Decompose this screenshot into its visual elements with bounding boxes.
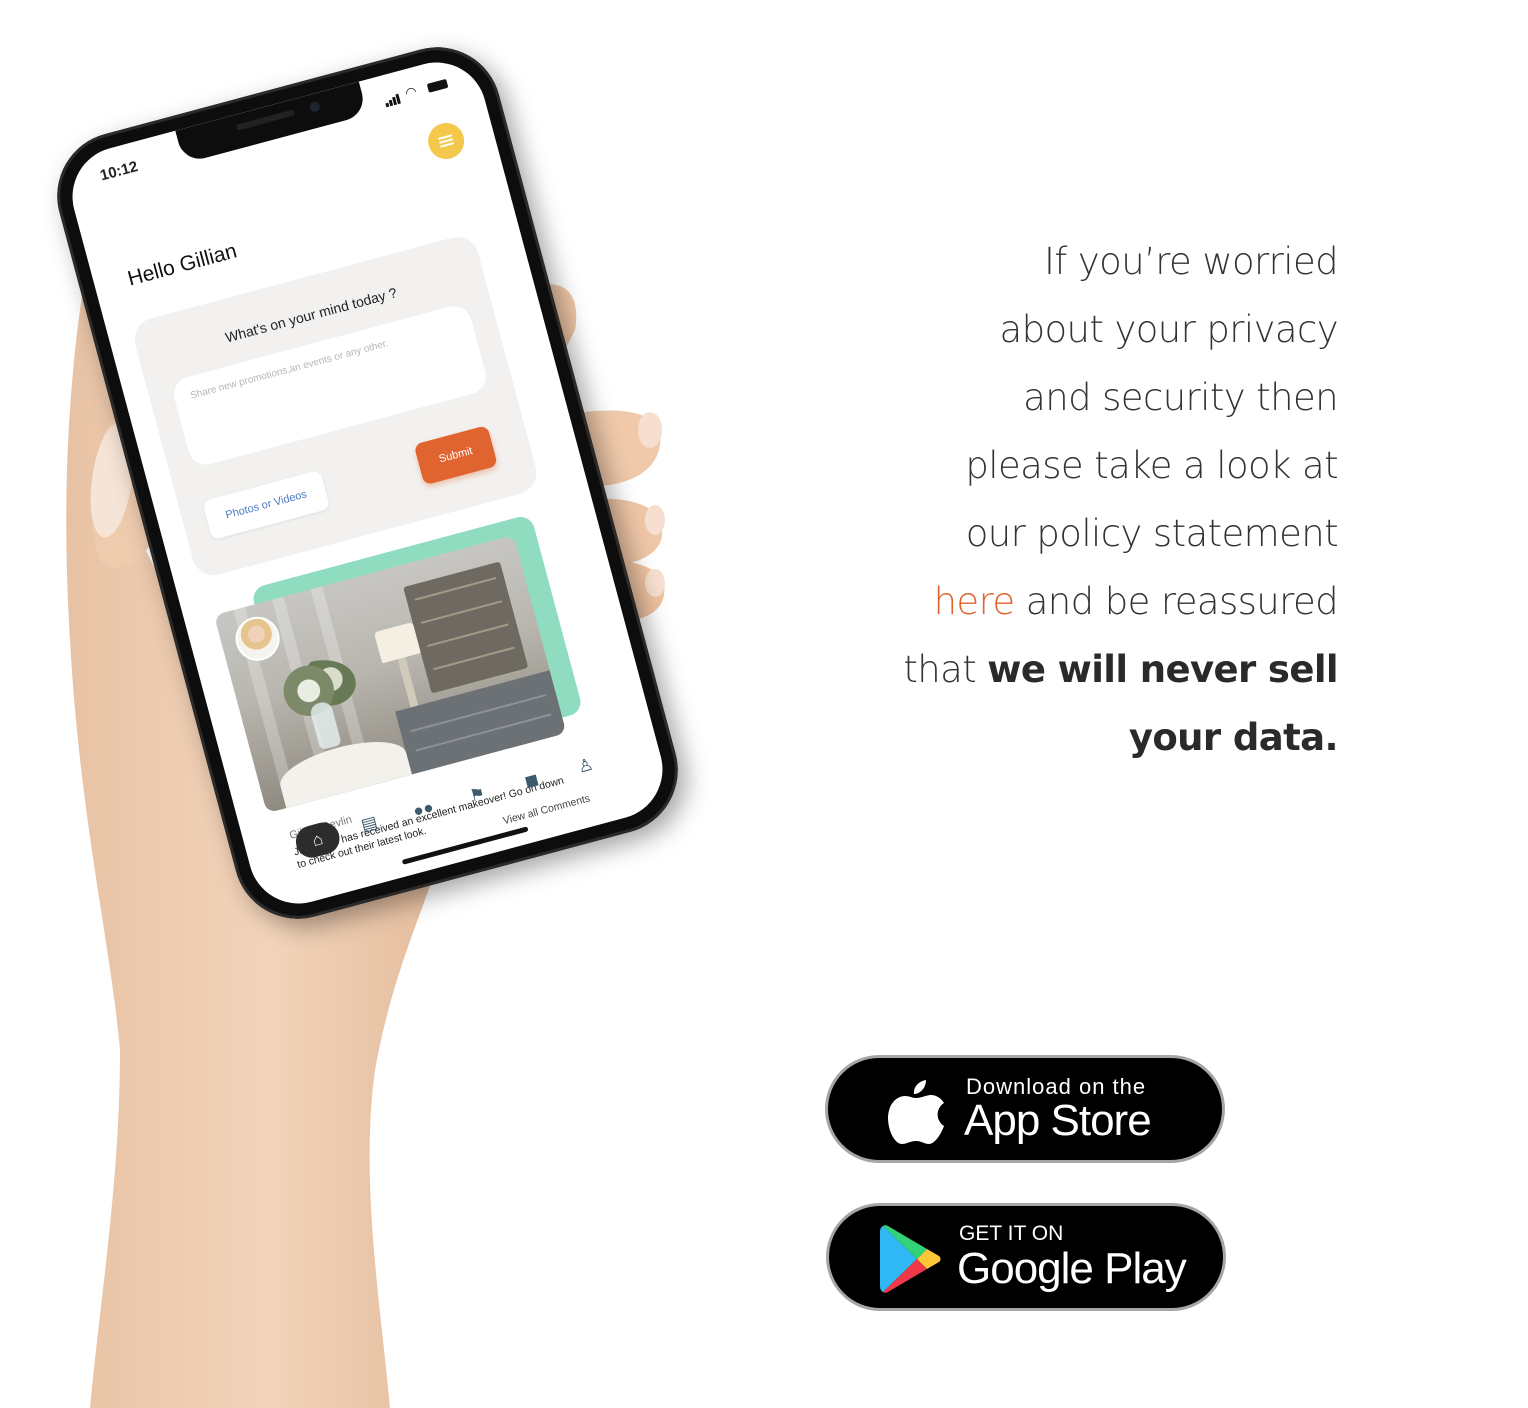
home-icon: ⌂: [310, 829, 326, 851]
profile-icon: ♙: [575, 754, 596, 777]
tab-bag[interactable]: ◼: [516, 767, 548, 794]
privacy-line-text: and be reassured: [1014, 580, 1339, 623]
tab-store[interactable]: ▤: [353, 811, 385, 838]
signal-icon: [383, 89, 402, 108]
privacy-line: If you’re worried: [1043, 240, 1339, 283]
apple-icon: [888, 1080, 944, 1144]
wifi-icon: ◠: [403, 82, 421, 101]
greeting-title: Hello Gillian: [125, 239, 240, 291]
google-play-icon: [880, 1225, 941, 1293]
speaker-grille: [235, 109, 295, 131]
shelf-unit: [403, 561, 529, 694]
privacy-line: please take a look at: [965, 444, 1338, 487]
photos-videos-button[interactable]: Photos or Videos: [202, 469, 331, 541]
privacy-emphasis: your data.: [1128, 716, 1339, 759]
policy-link[interactable]: here: [934, 580, 1016, 623]
store-icon: ▤: [359, 812, 380, 835]
menu-button[interactable]: [424, 118, 469, 164]
google-play-small-text: GET IT ON: [959, 1222, 1064, 1245]
tab-profile[interactable]: ♙: [570, 753, 602, 780]
privacy-statement: If you’re worried about your privacy and…: [818, 228, 1338, 772]
privacy-line: and security then: [1023, 376, 1338, 419]
privacy-line: about your privacy: [999, 308, 1339, 351]
groups-icon: ●●: [410, 797, 436, 822]
privacy-emphasis: we will never sell: [987, 648, 1338, 691]
lamp-shade: [373, 622, 421, 664]
tab-groups[interactable]: ●●: [407, 796, 439, 823]
google-play-big-text: Google Play: [957, 1244, 1187, 1293]
google-play-badge[interactable]: GET IT ON Google Play: [826, 1203, 1226, 1311]
app-store-badge[interactable]: Download on the App Store: [825, 1055, 1225, 1163]
tab-home[interactable]: ⌂: [292, 818, 344, 862]
privacy-line: our policy statement: [965, 512, 1339, 555]
hand-with-phone-illustration: 10:12 ◠ Hello Gillian What's on your min…: [0, 0, 720, 1408]
privacy-line: that we will never sell: [818, 636, 1338, 704]
tab-flag[interactable]: ⚑: [461, 782, 493, 809]
status-icons: ◠: [383, 75, 450, 108]
front-camera: [308, 100, 321, 114]
privacy-line-text: that: [903, 648, 988, 691]
status-time: 10:12: [98, 158, 140, 185]
list-icon: [438, 134, 455, 148]
round-table: [274, 730, 412, 809]
app-store-big-text: App Store: [964, 1096, 1152, 1145]
privacy-line: your data.: [818, 704, 1339, 772]
flag-icon: ⚑: [467, 783, 488, 806]
bag-icon: ◼: [522, 769, 541, 792]
privacy-line: here and be reassured: [818, 568, 1339, 636]
battery-icon: [426, 78, 449, 93]
submit-button[interactable]: Submit: [413, 425, 498, 486]
